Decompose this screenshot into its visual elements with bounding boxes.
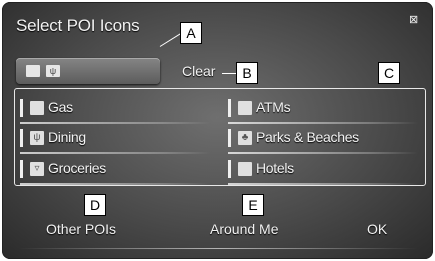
callout-label-e: E bbox=[242, 194, 264, 216]
item-underline bbox=[228, 152, 418, 154]
list-item-label: Gas bbox=[48, 99, 73, 115]
item-bar bbox=[228, 160, 231, 178]
item-underline bbox=[20, 122, 210, 124]
dining-icon: ψ bbox=[46, 65, 60, 77]
item-bar bbox=[20, 99, 23, 117]
item-underline bbox=[20, 183, 210, 185]
item-bar bbox=[20, 129, 23, 147]
list-item-dining[interactable]: ψ Dining bbox=[20, 125, 210, 154]
groceries-icon: ▿ bbox=[30, 162, 44, 176]
list-item-parks-beaches[interactable]: ♣ Parks & Beaches bbox=[228, 125, 418, 154]
dining-icon: ψ bbox=[30, 131, 44, 145]
list-item-label: ATMs bbox=[256, 99, 291, 115]
callout-label-d: D bbox=[84, 194, 106, 216]
hotel-icon bbox=[238, 162, 252, 176]
item-underline bbox=[228, 122, 418, 124]
item-underline bbox=[20, 152, 210, 154]
list-item-label: Hotels bbox=[256, 160, 294, 176]
callout-line-b bbox=[222, 73, 236, 74]
ok-button[interactable]: OK bbox=[367, 221, 387, 237]
item-bar bbox=[228, 99, 231, 117]
list-item-label: Parks & Beaches bbox=[256, 129, 359, 145]
item-bar bbox=[20, 160, 23, 178]
atm-icon bbox=[238, 101, 252, 115]
footer-divider bbox=[18, 248, 418, 249]
list-item-label: Dining bbox=[48, 129, 86, 145]
list-item-label: Groceries bbox=[48, 160, 106, 176]
item-bar bbox=[228, 129, 231, 147]
poi-icons-screen: Select POI Icons ⊠ ψ Clear Gas ATMs ψ Di… bbox=[2, 2, 433, 259]
list-item-atms[interactable]: ATMs bbox=[228, 95, 418, 124]
callout-label-b: B bbox=[236, 62, 258, 84]
gas-icon bbox=[30, 101, 44, 115]
callout-label-a: A bbox=[180, 22, 202, 44]
status-icon: ⊠ bbox=[409, 14, 419, 26]
list-item-gas[interactable]: Gas bbox=[20, 95, 210, 124]
selected-icons-field[interactable]: ψ bbox=[16, 58, 160, 84]
page-title: Select POI Icons bbox=[16, 16, 140, 35]
list-item-hotels[interactable]: Hotels bbox=[228, 156, 418, 185]
item-underline bbox=[228, 183, 418, 185]
callout-label-c: C bbox=[378, 62, 400, 84]
park-icon: ♣ bbox=[238, 131, 252, 145]
clear-button[interactable]: Clear bbox=[182, 63, 215, 79]
around-me-button[interactable]: Around Me bbox=[210, 221, 278, 237]
square-icon bbox=[26, 65, 40, 77]
list-item-groceries[interactable]: ▿ Groceries bbox=[20, 156, 210, 185]
other-pois-button[interactable]: Other POIs bbox=[46, 221, 116, 237]
